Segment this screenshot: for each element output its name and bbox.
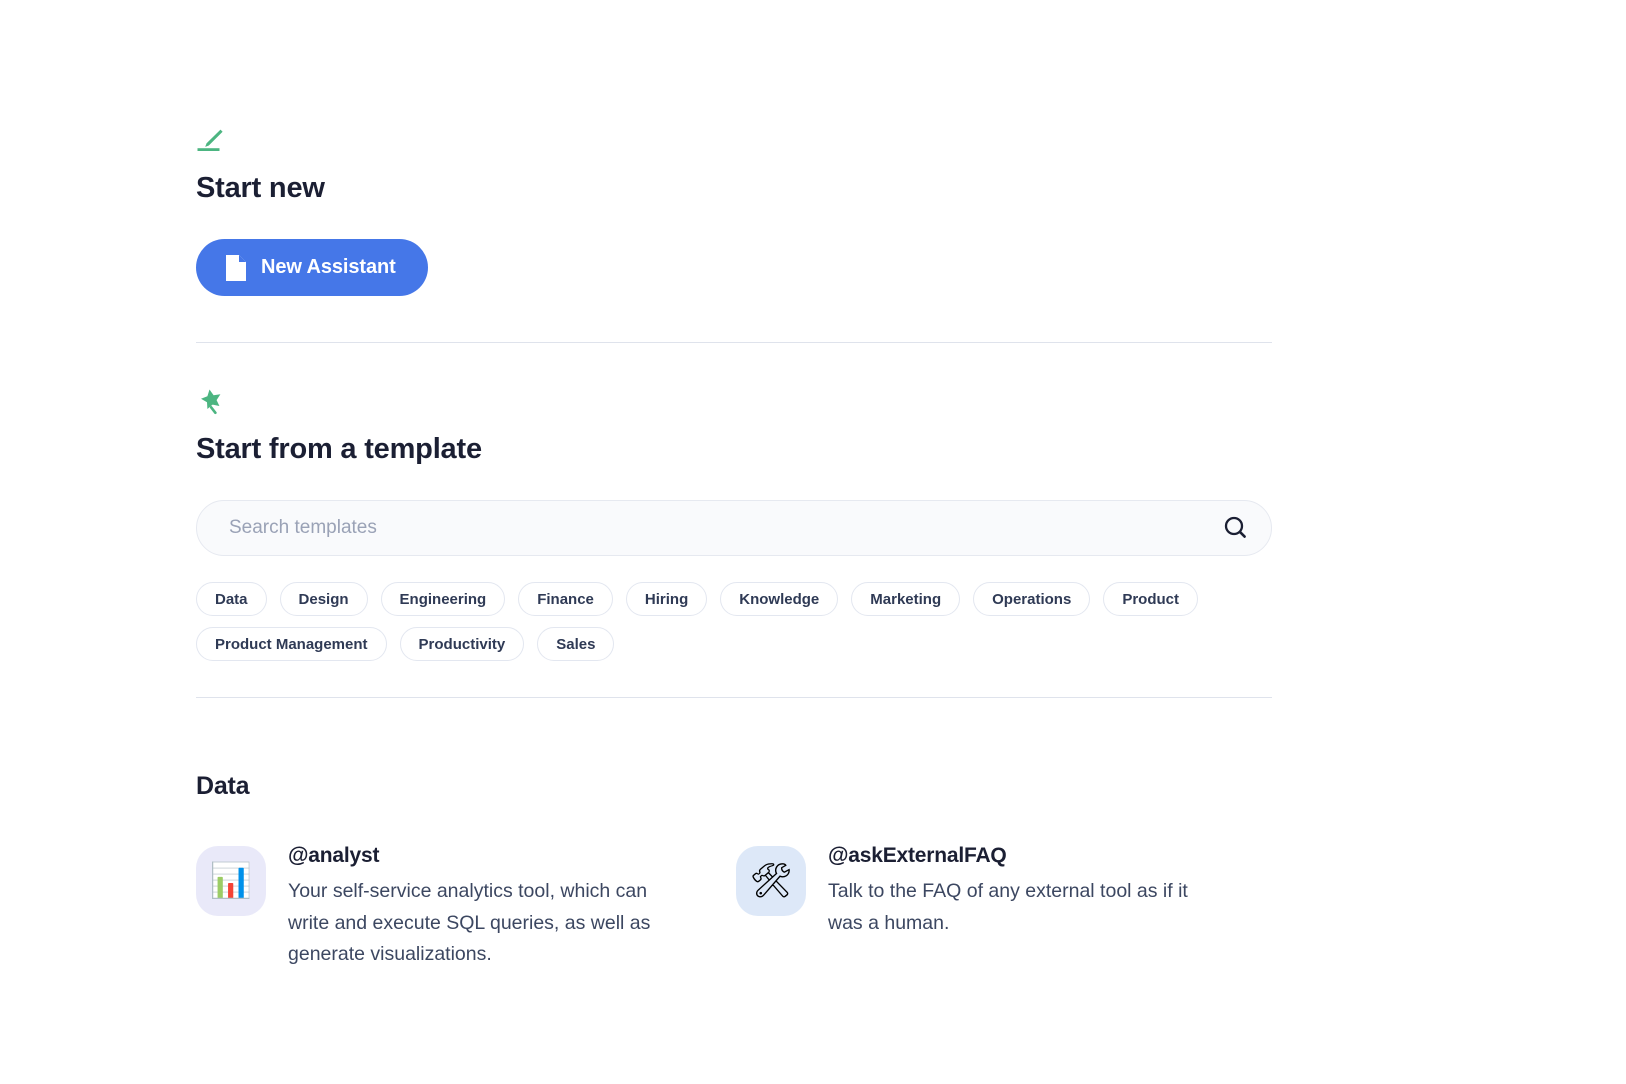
- template-description: Talk to the FAQ of any external tool as …: [828, 880, 1188, 934]
- pencil-icon: [196, 126, 1286, 156]
- document-icon: [224, 254, 248, 282]
- category-data: Data 📊 @analyst Your self-service analyt…: [196, 698, 1286, 971]
- search-icon: [1223, 515, 1249, 541]
- template-gallery-page: Start new New Assistant Start from a tem…: [0, 0, 1626, 1084]
- template-card-analyst[interactable]: 📊 @analyst Your self-service analytics t…: [196, 842, 736, 971]
- chip-finance[interactable]: Finance: [518, 582, 613, 616]
- start-new-title: Start new: [196, 172, 325, 204]
- template-card-grid: 📊 @analyst Your self-service analytics t…: [196, 842, 1286, 971]
- chip-productivity[interactable]: Productivity: [399, 627, 525, 661]
- content-column: Start new New Assistant Start from a tem…: [196, 0, 1286, 971]
- chip-marketing[interactable]: Marketing: [851, 582, 961, 616]
- search-bar: [196, 500, 1272, 556]
- chip-operations[interactable]: Operations: [973, 582, 1091, 616]
- chip-product[interactable]: Product: [1103, 582, 1198, 616]
- chip-hiring[interactable]: Hiring: [625, 582, 708, 616]
- bar-chart-emoji-icon: 📊: [196, 846, 266, 916]
- card-body: @analyst Your self-service analytics too…: [288, 842, 670, 971]
- template-name: @askExternalFAQ: [828, 844, 1007, 867]
- chip-engineering[interactable]: Engineering: [380, 582, 506, 616]
- category-title: Data: [196, 772, 250, 800]
- start-from-template-title: Start from a template: [196, 433, 482, 465]
- chip-knowledge[interactable]: Knowledge: [720, 582, 839, 616]
- chip-sales[interactable]: Sales: [537, 627, 615, 661]
- search-input[interactable]: [196, 500, 1272, 556]
- chip-design[interactable]: Design: [279, 582, 368, 616]
- hammer-and-wrench-emoji-icon: 🛠: [736, 846, 806, 916]
- start-new-section: Start new New Assistant: [196, 0, 1286, 343]
- start-from-template-section: Start from a template Data Design Engine…: [196, 343, 1286, 698]
- search-button[interactable]: [1220, 512, 1252, 544]
- chip-data[interactable]: Data: [196, 582, 267, 616]
- new-assistant-label: New Assistant: [261, 256, 396, 278]
- template-card-askexternalfaq[interactable]: 🛠 @askExternalFAQ Talk to the FAQ of any…: [736, 842, 1276, 971]
- card-body: @askExternalFAQ Talk to the FAQ of any e…: [828, 842, 1210, 939]
- template-description: Your self-service analytics tool, which …: [288, 880, 651, 966]
- new-assistant-button[interactable]: New Assistant: [196, 239, 428, 296]
- chip-product-management[interactable]: Product Management: [196, 627, 387, 661]
- category-filter-chips: Data Design Engineering Finance Hiring K…: [196, 582, 1216, 661]
- template-name: @analyst: [288, 844, 380, 867]
- magic-wand-icon: [196, 387, 1286, 417]
